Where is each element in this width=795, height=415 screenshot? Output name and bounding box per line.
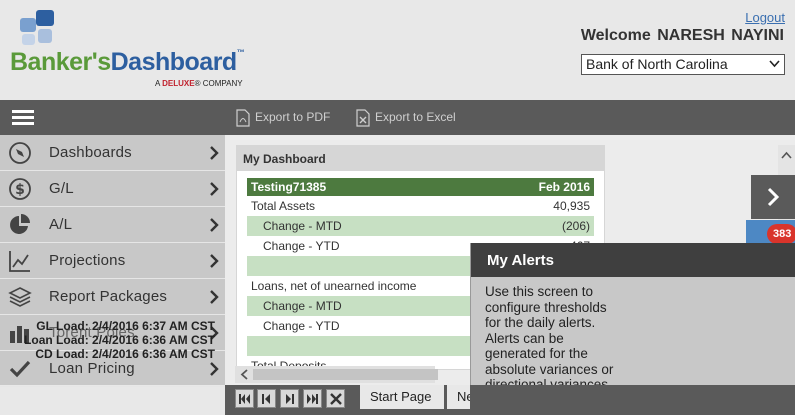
row-label: Total Assets [251, 199, 316, 213]
sidebar-item-label: Projections [49, 252, 126, 269]
previous-icon [262, 393, 270, 404]
chevron-right-icon [210, 182, 219, 196]
table-row: Change - MTD (206) [247, 216, 594, 236]
tab-next[interactable]: Ne [447, 385, 470, 409]
sidebar-item-label: A/L [49, 216, 73, 233]
loan-load-info: Loan Load: 2/4/2016 6:36 AM CST [24, 333, 215, 347]
chevron-right-icon [210, 254, 219, 268]
sidebar-item-label: Report Packages [49, 288, 168, 305]
row-label: Change - MTD [263, 219, 342, 233]
menu-icon[interactable] [12, 110, 34, 126]
compass-icon [0, 135, 40, 170]
row-label: Loans, net of unearned income [251, 279, 417, 293]
chevron-right-icon [210, 146, 219, 160]
first-page-button[interactable] [235, 389, 254, 408]
bankers-dashboard-logo: Banker'sDashboard™ A DELUXE® COMPANY [10, 10, 270, 90]
cd-load-info: CD Load: 2/4/2016 6:36 AM CST [35, 347, 215, 361]
notification-badge[interactable]: 383 [767, 224, 795, 244]
skip-first-icon [239, 393, 250, 404]
app-window: Banker'sDashboard™ A DELUXE® COMPANY Log… [0, 0, 795, 415]
row-label: Change - YTD [263, 319, 340, 333]
toolbar: Export to PDF Export to Excel [0, 100, 795, 135]
pdf-file-icon [236, 109, 250, 127]
row-value: 40,935 [553, 199, 590, 213]
footer-bar: Start Page Ne [225, 385, 795, 415]
sidebar-item-dashboards[interactable]: Dashboards [0, 135, 225, 171]
export-pdf-label: Export to PDF [255, 110, 331, 124]
excel-file-icon [356, 109, 370, 127]
sidebar-item-al[interactable]: A/L [0, 207, 225, 243]
widget-period: Feb 2016 [538, 180, 590, 194]
alerts-title: My Alerts [471, 243, 795, 277]
row-label: Change - MTD [263, 299, 342, 313]
widget-name: Testing71385 [251, 180, 327, 194]
row-label: Change - YTD [263, 239, 340, 253]
scrollbar-thumb[interactable] [253, 369, 438, 380]
previous-page-button[interactable] [257, 389, 276, 408]
sidebar: Dashboards $ G/L A/L Projections Report … [0, 135, 225, 387]
sidebar-item-report-packages[interactable]: Report Packages [0, 279, 225, 315]
line-chart-icon [0, 243, 40, 278]
tagline-suffix: ® COMPANY [194, 79, 243, 88]
table-row: Total Assets 40,935 [247, 196, 594, 216]
export-excel-button[interactable]: Export to Excel [355, 107, 456, 127]
logo-wordmark: Banker'sDashboard™ [10, 48, 245, 77]
gl-load-info: GL Load: 2/4/2016 6:37 AM CST [36, 319, 215, 333]
pie-chart-icon [0, 207, 40, 242]
export-excel-label: Export to Excel [375, 110, 456, 124]
sidebar-item-gl[interactable]: $ G/L [0, 171, 225, 207]
tab-start-page[interactable]: Start Page [360, 385, 444, 409]
welcome-text: Welcome NARESH NAYINI [580, 27, 784, 44]
bank-selector[interactable]: Bank of North Carolina [581, 54, 785, 75]
panel-title: My Dashboard [237, 146, 604, 171]
chevron-right-icon [210, 290, 219, 304]
chevron-up-icon[interactable] [781, 150, 792, 161]
next-icon [286, 393, 294, 404]
sidebar-item-projections[interactable]: Projections [0, 243, 225, 279]
chevron-down-icon [769, 60, 780, 68]
export-pdf-button[interactable]: Export to PDF [235, 107, 330, 127]
next-panel-button[interactable] [751, 175, 795, 219]
close-icon [329, 392, 342, 405]
sidebar-item-label: G/L [49, 180, 74, 197]
bank-selected-value: Bank of North Carolina [586, 56, 728, 72]
close-tab-button[interactable] [326, 389, 345, 408]
layers-icon [0, 279, 40, 314]
tagline-prefix: A [155, 79, 160, 88]
next-page-button[interactable] [280, 389, 299, 408]
header: Banker'sDashboard™ A DELUXE® COMPANY Log… [0, 0, 795, 100]
tagline-brand: DELUXE [162, 79, 195, 88]
logo-tagline: A DELUXE® COMPANY [155, 79, 243, 88]
chevron-left-icon[interactable] [239, 369, 249, 380]
chevron-right-icon [767, 187, 780, 207]
horizontal-scrollbar[interactable] [235, 366, 438, 383]
last-page-button[interactable] [303, 389, 322, 408]
logo-text-bankers: Banker's [10, 48, 111, 76]
sidebar-item-label: Dashboards [49, 144, 132, 161]
chevron-right-icon [210, 362, 219, 376]
logout-link[interactable]: Logout [745, 10, 785, 25]
sidebar-item-label: Loan Pricing [49, 360, 135, 377]
dollar-icon: $ [0, 171, 40, 206]
widget-header[interactable]: Testing71385 Feb 2016 [247, 178, 594, 196]
logo-trademark: ™ [236, 48, 245, 57]
chevron-right-icon [210, 218, 219, 232]
skip-last-icon [307, 393, 318, 404]
row-value: (206) [561, 219, 590, 233]
logo-text-dashboard: Dashboard [110, 48, 238, 76]
svg-text:$: $ [15, 182, 25, 198]
